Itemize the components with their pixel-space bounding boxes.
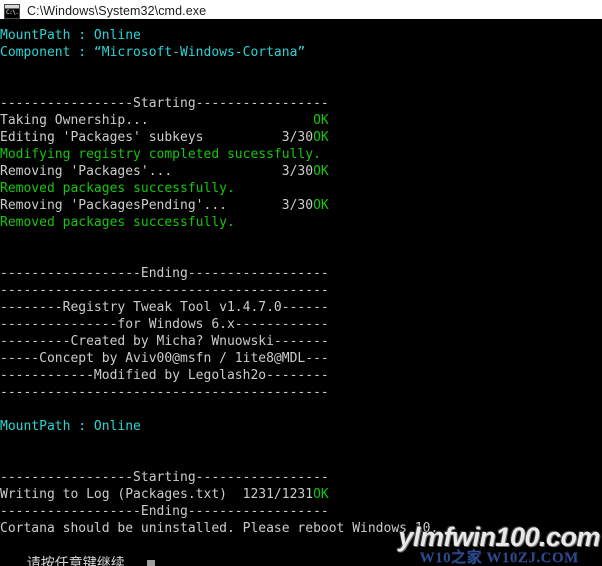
console-line: Writing to Log (Packages.txt) 1231/1231O…	[0, 486, 602, 503]
console-line: Removing 'Packages'... 3/30OK	[0, 163, 602, 180]
console-line: ------------Modified by Legolash2o------…	[0, 367, 602, 384]
console-line-segment: ------------Modified by Legolash2o------…	[0, 368, 329, 383]
window-title: C:\Windows\System32\cmd.exe	[27, 4, 207, 18]
console-output-area[interactable]: MountPath : Online Component : “Microsoft…	[0, 22, 602, 566]
console-line-segment: ----------------------------------------…	[0, 283, 329, 298]
console-line-segment: Editing 'Packages' subkeys 3/30	[0, 130, 314, 145]
console-line: -----------------Starting---------------…	[0, 95, 602, 112]
console-lines: MountPath : Online Component : “Microsoft…	[0, 27, 602, 537]
console-line: ------------------Ending----------------…	[0, 265, 602, 282]
console-line-segment: Removed packages successfully.	[0, 215, 235, 230]
console-line: ------------------Ending----------------…	[0, 503, 602, 520]
console-line-segment: ----------------------------------------…	[0, 385, 329, 400]
console-line: MountPath : Online	[0, 27, 602, 44]
console-line: ---------Created by Micha? Wnuowski-----…	[0, 333, 602, 350]
press-any-key-prompt: 请按任意键继续. . .	[0, 537, 602, 566]
console-line: ----------------------------------------…	[0, 384, 602, 401]
console-line: --------Registry Tweak Tool v1.4.7.0----…	[0, 299, 602, 316]
cmd-icon-screen: C:\.	[5, 8, 19, 18]
console-line-segment: OK	[313, 113, 329, 128]
console-line: Editing 'Packages' subkeys 3/30OK	[0, 129, 602, 146]
console-line-segment: MountPath : Online	[0, 419, 141, 434]
window-titlebar[interactable]: C:\. C:\Windows\System32\cmd.exe	[0, 0, 602, 22]
console-line-segment: OK	[313, 198, 329, 213]
console-line-segment: Removed packages successfully.	[0, 181, 235, 196]
console-line: ----------------------------------------…	[0, 282, 602, 299]
console-line: Removed packages successfully.	[0, 214, 602, 231]
console-line: Removed packages successfully.	[0, 180, 602, 197]
console-line-segment: Removing 'PackagesPending'... 3/30	[0, 198, 314, 213]
console-line-segment: ---------------for Windows 6.x----------…	[0, 317, 329, 332]
console-line-segment: Modifying registry completed sucessfully…	[0, 147, 321, 162]
press-any-key-text: 请按任意键继续. . .	[26, 556, 147, 566]
console-line-segment: Taking Ownership...	[0, 113, 314, 128]
console-line: Removing 'PackagesPending'... 3/30OK	[0, 197, 602, 214]
console-line-segment: OK	[313, 487, 329, 502]
text-cursor	[146, 560, 155, 566]
console-line: Modifying registry completed sucessfully…	[0, 146, 602, 163]
console-line-segment: --------Registry Tweak Tool v1.4.7.0----…	[0, 300, 329, 315]
console-line-segment: Writing to Log (Packages.txt) 1231/1231	[0, 487, 314, 502]
console-line: -----------------Starting---------------…	[0, 469, 602, 486]
console-line-segment: ---------Created by Micha? Wnuowski-----…	[0, 334, 329, 349]
console-line-segment: OK	[313, 164, 329, 179]
console-line-segment: ------------------Ending----------------…	[0, 266, 329, 281]
console-line: Component : “Microsoft-Windows-Cortana”	[0, 44, 602, 61]
console-line-segment: Cortana should be uninstalled. Please re…	[0, 521, 439, 536]
console-line-segment: Removing 'Packages'... 3/30	[0, 164, 314, 179]
console-line-segment: -----Concept by Aviv00@msfn / 1ite8@MDL-…	[0, 351, 329, 366]
console-line-segment: OK	[313, 130, 329, 145]
console-line: Taking Ownership... OK	[0, 112, 602, 129]
console-line-segment: Component : “Microsoft-Windows-Cortana”	[0, 45, 306, 60]
console-line: Cortana should be uninstalled. Please re…	[0, 520, 602, 537]
console-line: MountPath : Online	[0, 418, 602, 435]
console-line-segment: ------------------Ending----------------…	[0, 504, 329, 519]
console-line: -----Concept by Aviv00@msfn / 1ite8@MDL-…	[0, 350, 602, 367]
console-line-segment: -----------------Starting---------------…	[0, 96, 329, 111]
console-line-segment: -----------------Starting---------------…	[0, 470, 329, 485]
cmd-window: C:\. C:\Windows\System32\cmd.exe MountPa…	[0, 0, 602, 566]
console-line-segment: MountPath : Online	[0, 28, 141, 43]
console-line: ---------------for Windows 6.x----------…	[0, 316, 602, 333]
cmd-console-icon: C:\.	[4, 3, 20, 19]
